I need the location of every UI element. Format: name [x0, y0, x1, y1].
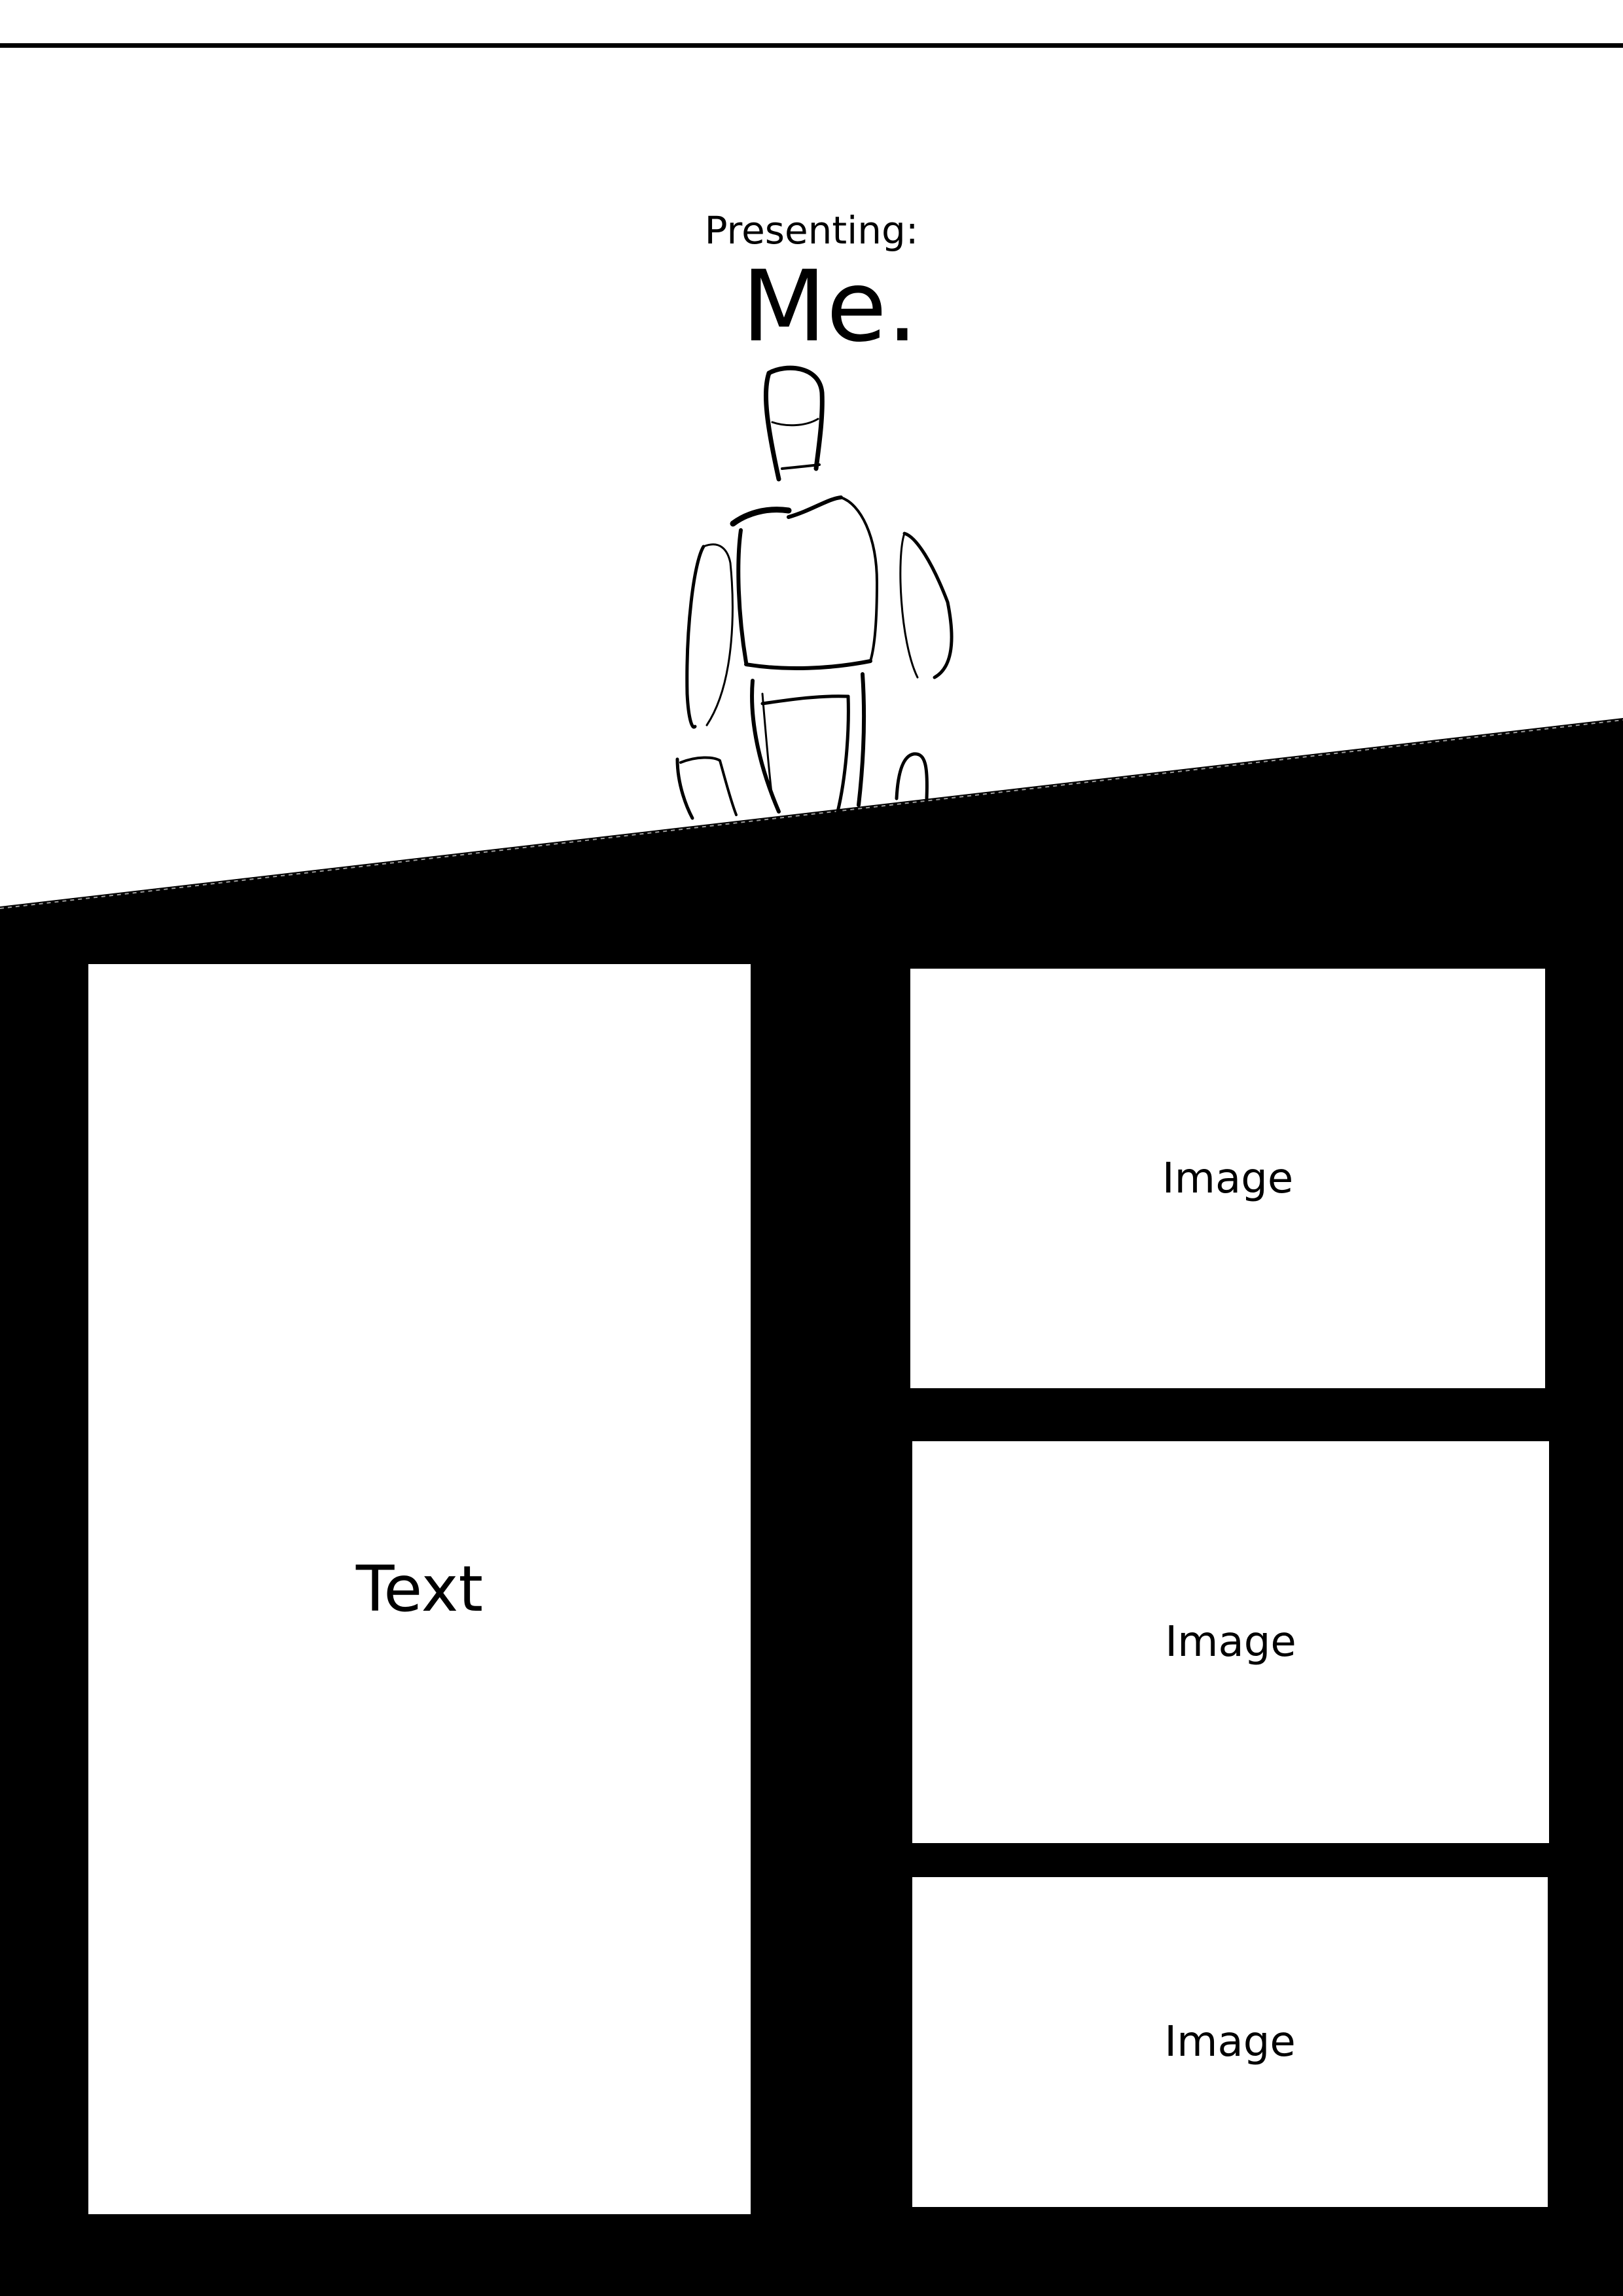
image-placeholder: Image — [912, 1441, 1549, 1843]
text-panel: Text — [88, 964, 751, 2214]
image-placeholder: Image — [910, 969, 1545, 1388]
image-placeholder-label: Image — [1165, 1618, 1296, 1666]
person-sketch-icon — [675, 365, 954, 820]
image-placeholder-label: Image — [1164, 2018, 1296, 2066]
image-placeholder: Image — [912, 1877, 1548, 2207]
image-placeholder-label: Image — [1162, 1154, 1294, 1203]
top-rule — [0, 43, 1623, 48]
page-title: Me. — [741, 250, 918, 364]
presenting-label: Presenting: — [704, 208, 919, 253]
text-panel-label: Text — [355, 1552, 484, 1626]
